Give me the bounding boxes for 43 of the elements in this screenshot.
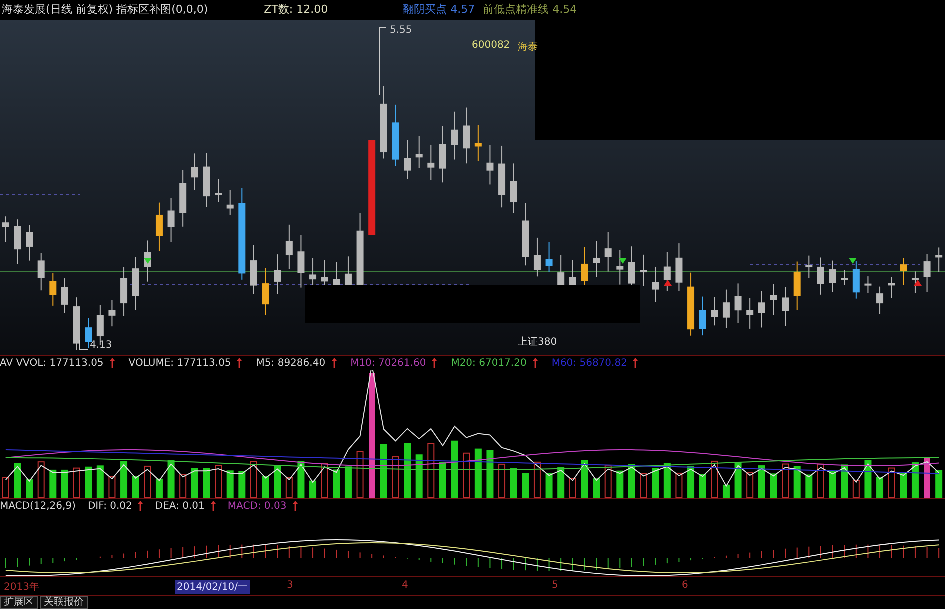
tab[interactable]: 扩展区 [0,596,38,609]
arrow-up-icon [332,358,337,368]
sell-triangle-icon [144,258,152,264]
axis-label: 3 [286,580,294,592]
zt-count: ZT数: 12.00 [264,2,328,18]
price-label: 5.55 [390,24,412,36]
stock-code: 600082 [472,40,510,51]
leader-line [80,339,88,350]
stock-name: 海泰 [518,40,538,54]
indicator-title: MACD(12,26,9) [0,500,76,512]
axis-label: 2013年 [3,581,40,594]
indicator-value: 翻阴买点 4.57 [403,2,476,18]
indicator-value: M60: 56870.82 [552,358,628,369]
tab[interactable]: 关联报价 [40,596,88,609]
chart-title: 海泰发展(日线 前复权) 指标区补图(0,0,0) [2,2,208,18]
price-label: 4.13 [90,340,112,351]
arrow-up-icon [292,501,298,512]
arrow-up-icon [633,358,638,368]
arrow-up-icon [432,358,438,368]
indicator-value: DEA: 0.01 [155,500,205,512]
arrow-up-icon [110,358,115,368]
indicator-title: AV VVOL: 177113.05 [0,358,104,369]
arrow-up-icon [138,501,144,512]
axis-label: 6 [681,580,690,592]
indicator-value: VOLUME: 177113.05 [128,358,232,369]
indicator-value: MACD: 0.03 [228,500,287,512]
indicator-value: M20: 67017.20 [451,358,527,369]
sell-triangle-icon [619,258,627,264]
arrow-up-icon [237,358,242,368]
sell-triangle-icon [849,258,857,264]
buy-triangle-icon [664,280,672,286]
indicator-value: M5: 89286.40 [256,358,326,369]
axis-label: 2014/02/10/一 [175,580,250,594]
indicator-value: DIF: 0.02 [88,500,132,512]
buy-triangle-icon [914,280,922,286]
arrow-up-icon [532,358,538,368]
axis-label: 4 [401,580,410,592]
index-name: 上证380 [518,336,558,349]
axis-label: 5 [551,580,560,592]
leader-line [380,27,386,96]
indicator-value: 前低点精准线 4.54 [483,2,578,18]
arrow-up-icon [210,501,216,512]
indicator-value: M10: 70261.60 [350,358,426,369]
